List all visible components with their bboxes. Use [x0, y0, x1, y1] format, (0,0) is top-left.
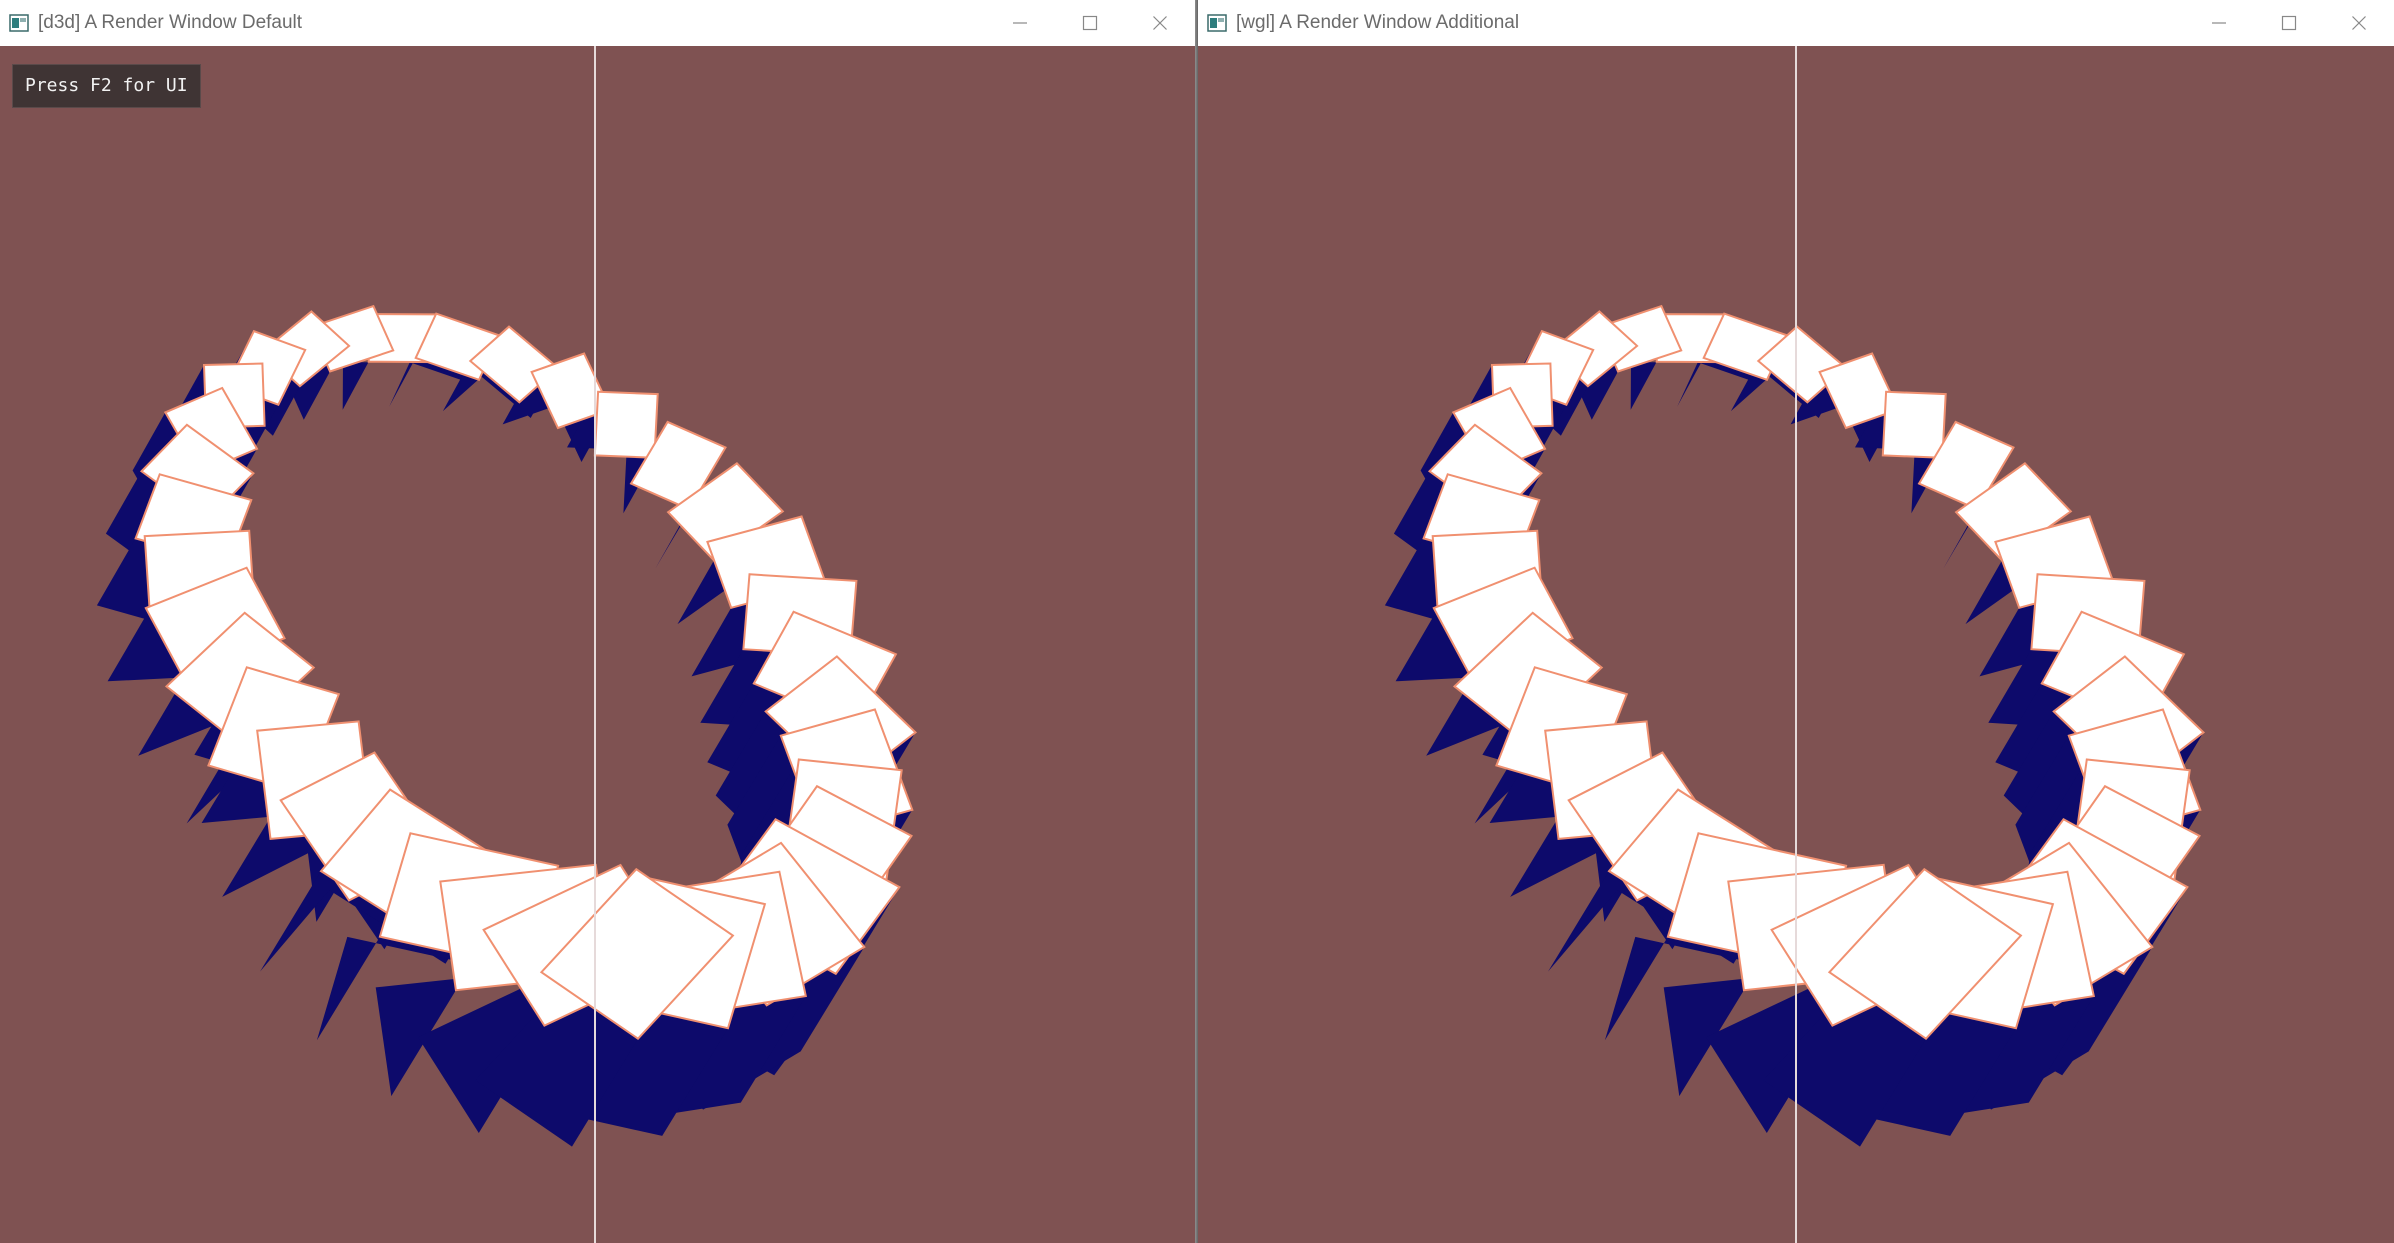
maximize-icon — [1082, 15, 1098, 30]
window-title: [d3d] A Render Window Default — [38, 11, 303, 33]
window-title: [wgl] A Render Window Additional — [1236, 11, 1520, 33]
cube-face — [1881, 390, 1947, 459]
cube-ring-scene — [96, 304, 918, 1147]
title-bar[interactable]: [d3d] A Render Window Default — [0, 0, 1195, 45]
title-bar[interactable]: [wgl] A Render Window Additional — [1198, 0, 2394, 45]
render-window-additional: [wgl] A Render Window Additional — [1197, 0, 2394, 1243]
minimize-button[interactable] — [985, 0, 1055, 45]
app-icon — [1207, 13, 1227, 32]
viewport-split-line — [594, 46, 596, 1243]
minimize-icon — [1013, 21, 1027, 24]
close-button[interactable] — [2324, 0, 2394, 45]
minimize-icon — [2212, 21, 2226, 24]
app-icon — [9, 13, 29, 32]
render-window-default: [d3d] A Render Window Default Press F2 f… — [0, 0, 1196, 1243]
ui-hint-overlay: Press F2 for UI — [12, 64, 201, 108]
close-icon — [2352, 15, 2366, 30]
close-icon — [1153, 15, 1167, 30]
maximize-button[interactable] — [2254, 0, 2324, 45]
cube-face — [593, 390, 659, 459]
close-button[interactable] — [1125, 0, 1195, 45]
viewport-split-line — [1795, 46, 1797, 1243]
maximize-icon — [2281, 15, 2297, 30]
render-viewport[interactable] — [1198, 46, 2394, 1243]
render-viewport[interactable]: Press F2 for UI — [0, 46, 1195, 1243]
minimize-button[interactable] — [2184, 0, 2254, 45]
maximize-button[interactable] — [1055, 0, 1125, 45]
